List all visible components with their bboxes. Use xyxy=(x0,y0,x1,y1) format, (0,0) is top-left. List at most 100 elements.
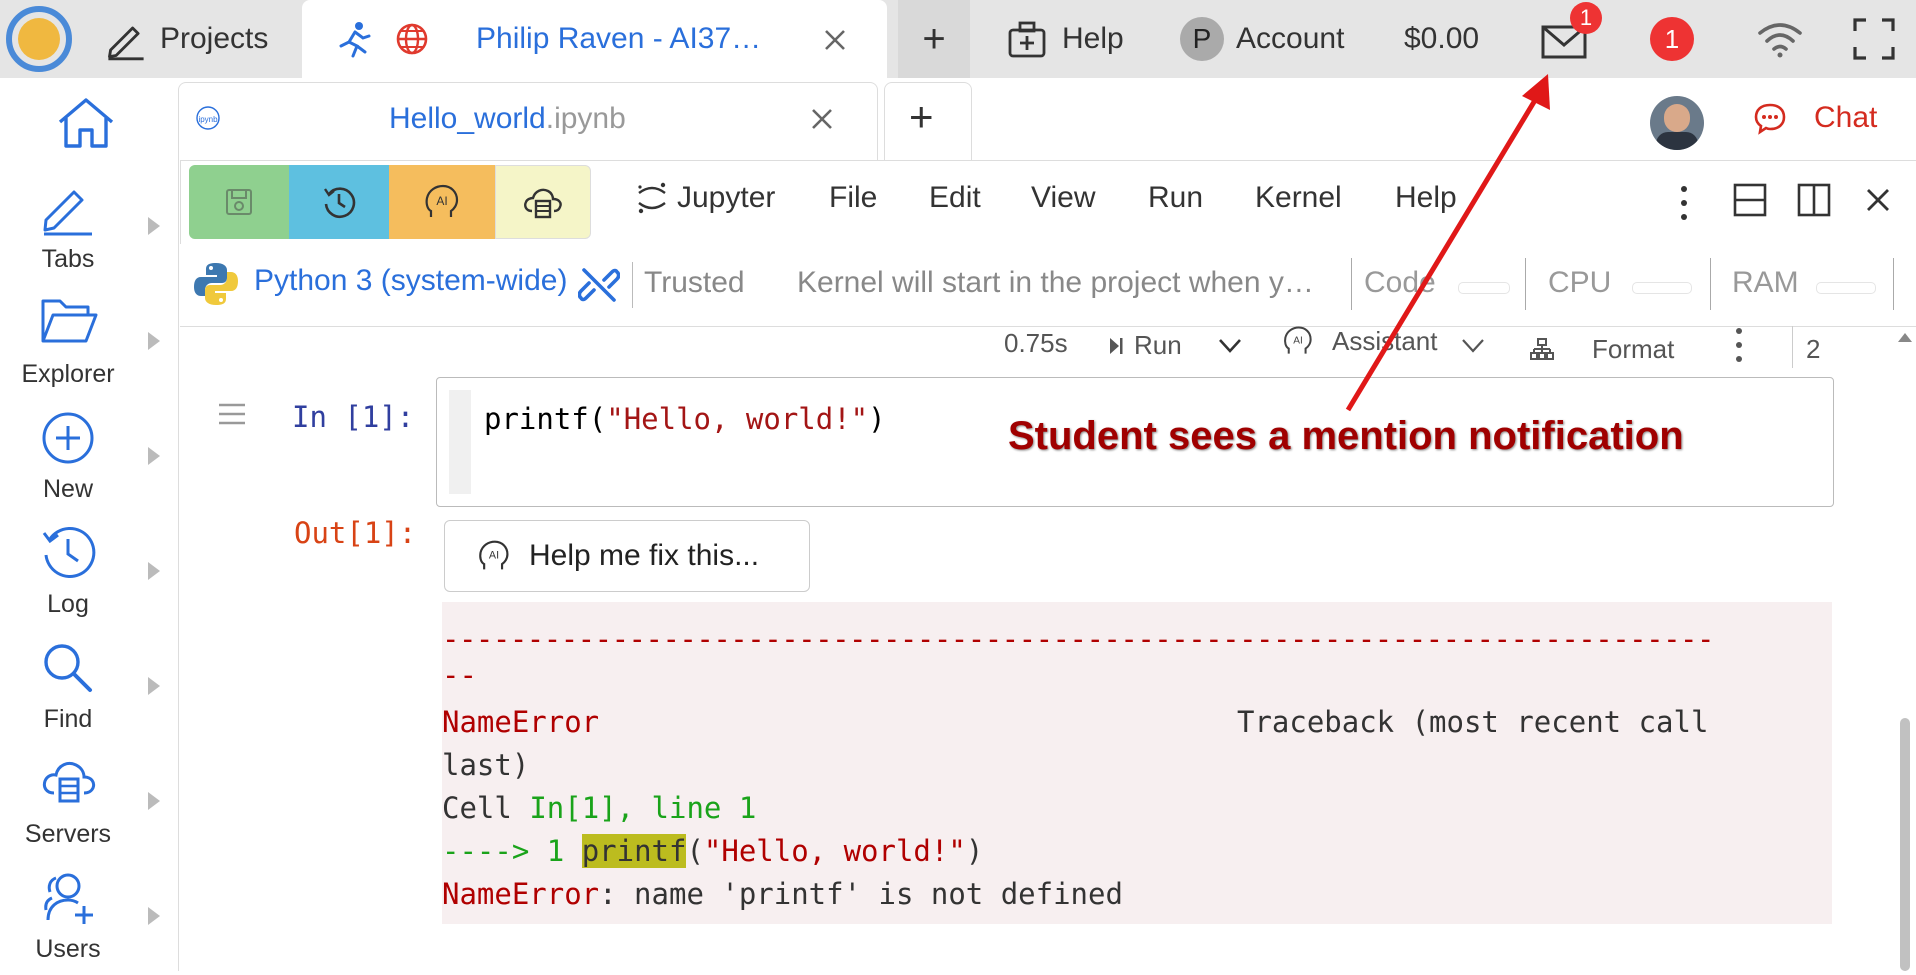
divider xyxy=(632,262,633,308)
sidebar-item-label: Users xyxy=(35,935,101,963)
save-icon xyxy=(226,189,252,215)
jupyter-menu[interactable]: Jupyter xyxy=(635,181,775,215)
chevron-down-icon[interactable] xyxy=(1461,338,1485,354)
help-button[interactable]: Help xyxy=(1006,0,1124,78)
notifications-button[interactable]: 1 xyxy=(1650,0,1694,78)
close-icon[interactable] xyxy=(823,28,847,52)
python-icon xyxy=(194,263,238,305)
menu-kernel[interactable]: Kernel xyxy=(1255,181,1342,215)
sidebar-item-users[interactable]: Users xyxy=(0,860,178,975)
svg-text:ipynb: ipynb xyxy=(198,115,218,124)
cell-run-button[interactable]: Run xyxy=(1108,330,1182,361)
kernel-status-message: Kernel will start in the project when y… xyxy=(797,266,1314,299)
add-project-tab-button[interactable]: + xyxy=(898,0,970,78)
traceback-error-type: NameError xyxy=(442,705,600,739)
cell-assistant-button[interactable]: AI Assistant xyxy=(1282,324,1438,358)
jupyter-label: Jupyter xyxy=(677,181,776,214)
traceback-last: last) xyxy=(442,748,530,782)
fullscreen-icon xyxy=(1853,18,1895,60)
home-icon xyxy=(58,98,114,148)
unlink-icon[interactable] xyxy=(578,264,620,306)
sidebar-item-explorer[interactable]: Explorer xyxy=(0,285,178,400)
pencil-icon xyxy=(43,190,92,236)
scroll-up-icon[interactable] xyxy=(1896,330,1914,344)
help-me-fix-button[interactable]: AI Help me fix this... xyxy=(444,520,810,592)
chat-button[interactable]: Chat xyxy=(1752,100,1877,136)
menu-run[interactable]: Run xyxy=(1148,181,1203,215)
caret-right-icon xyxy=(148,792,160,810)
scrollbar[interactable] xyxy=(1900,718,1910,971)
cell-format-button[interactable]: Format xyxy=(1530,334,1674,365)
users-add-icon xyxy=(44,873,93,924)
sidebar-item-tabs[interactable]: Tabs xyxy=(0,170,178,285)
svg-text:AI: AI xyxy=(1293,336,1303,347)
sidebar-item-servers[interactable]: Servers xyxy=(0,745,178,860)
account-button[interactable]: P Account xyxy=(1180,0,1344,78)
cell-drag-handle[interactable] xyxy=(218,402,246,426)
project-tab-title: Philip Raven - AI37… xyxy=(476,22,762,55)
sidebar-item-label: New xyxy=(42,475,93,503)
home-button[interactable] xyxy=(56,96,116,150)
close-icon[interactable] xyxy=(810,107,834,131)
split-horizontal-icon[interactable] xyxy=(1733,183,1767,217)
menu-edit[interactable]: Edit xyxy=(929,181,981,215)
mail-badge: 1 xyxy=(1570,2,1602,34)
cell-gutter xyxy=(449,390,471,494)
project-tab[interactable]: Philip Raven - AI37… xyxy=(302,0,887,78)
projects-button[interactable]: Projects xyxy=(104,0,268,78)
traceback-dashes: ----------------------------------------… xyxy=(442,622,1714,656)
menu-help[interactable]: Help xyxy=(1395,181,1457,215)
ram-label: RAM xyxy=(1732,266,1799,299)
chevron-down-icon[interactable] xyxy=(1218,338,1242,354)
file-ext: .ipynb xyxy=(545,102,626,135)
wifi-icon xyxy=(1758,23,1802,58)
ai-button[interactable]: AI xyxy=(389,165,495,239)
sidebar-item-label: Log xyxy=(47,590,89,618)
file-name: Hello_world xyxy=(389,102,546,135)
divider xyxy=(1893,258,1894,310)
sidebar-item-label: Tabs xyxy=(41,245,95,273)
menu-file[interactable]: File xyxy=(829,181,877,215)
code-label: Code xyxy=(1364,266,1436,299)
menu-view[interactable]: View xyxy=(1031,181,1095,215)
logo[interactable] xyxy=(0,0,78,78)
cell-number: 2 xyxy=(1806,334,1821,364)
out-prompt: Out[1]: xyxy=(294,516,417,550)
chat-icon xyxy=(1754,103,1786,135)
search-icon xyxy=(44,644,92,692)
sidebar-item-find[interactable]: Find xyxy=(0,630,178,745)
in-prompt: In [1]: xyxy=(292,400,415,434)
pencil-icon xyxy=(108,26,144,61)
connection-status[interactable] xyxy=(1756,0,1804,78)
mentions-button[interactable]: 1 xyxy=(1540,0,1602,78)
trusted-status[interactable]: Trusted xyxy=(644,266,745,300)
more-vertical-icon[interactable] xyxy=(1734,326,1744,364)
drag-handle-icon xyxy=(219,403,245,425)
divider xyxy=(1710,258,1711,310)
code-line: printf("Hello, world!") xyxy=(484,402,886,436)
save-button[interactable] xyxy=(189,165,289,239)
cloud-server-icon xyxy=(42,761,96,803)
traceback-cell-line: Cell In[1], line 1 xyxy=(442,791,757,825)
add-file-tab-button[interactable]: + xyxy=(884,82,972,161)
sidebar-item-new[interactable]: New xyxy=(0,400,178,515)
more-vertical-icon[interactable] xyxy=(1678,183,1690,223)
sidebar-item-label: Explorer xyxy=(21,360,115,388)
sidebar: Tabs Explorer New Log Find Servers Users xyxy=(0,160,179,971)
sidebar-item-log[interactable]: Log xyxy=(0,515,178,630)
fullscreen-button[interactable] xyxy=(1852,0,1896,78)
sitemap-icon xyxy=(1530,337,1554,360)
kernel-name-label[interactable]: Python 3 (system-wide) xyxy=(254,264,567,298)
compute-server-button[interactable] xyxy=(495,165,591,239)
file-tab[interactable]: ipynb Hello_world.ipynb xyxy=(178,82,878,161)
annotation-text: Student sees a mention notification xyxy=(1008,414,1684,458)
ipynb-file-icon: ipynb xyxy=(196,106,220,130)
timetravel-button[interactable] xyxy=(289,165,389,239)
balance-button[interactable]: $0.00 xyxy=(1404,0,1479,78)
user-avatar[interactable] xyxy=(1650,96,1704,150)
split-vertical-icon[interactable] xyxy=(1797,183,1831,217)
help-label: Help xyxy=(1062,22,1124,55)
ai-head-icon: AI xyxy=(425,184,459,217)
close-icon[interactable] xyxy=(1865,187,1891,213)
folder-open-icon xyxy=(41,299,98,343)
